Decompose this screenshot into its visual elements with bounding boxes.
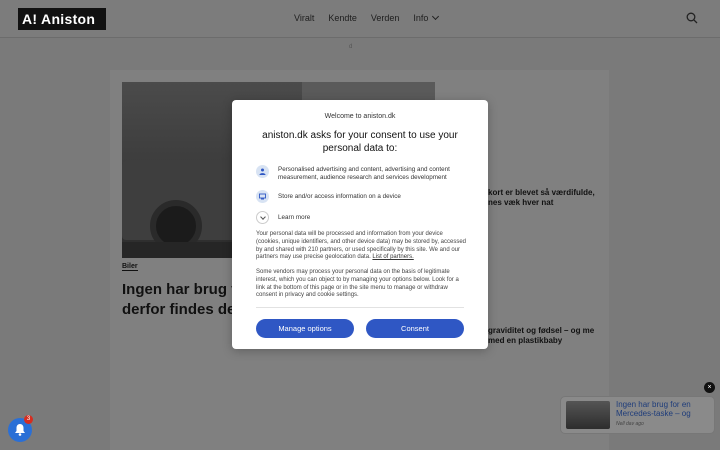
nav-item-verden[interactable]: Verden: [371, 13, 400, 23]
nav-item-kendte[interactable]: Kendte: [328, 13, 357, 23]
ad-marker: d: [349, 44, 353, 50]
nav-item-info[interactable]: Info: [413, 12, 440, 23]
consent-dialog: Welcome to aniston.dk aniston.dk asks fo…: [232, 100, 488, 349]
divider: [256, 307, 464, 308]
consent-purpose-text: Personalised advertising and content, ad…: [278, 166, 450, 181]
nav-item-viralt[interactable]: Viralt: [294, 13, 314, 23]
consent-button[interactable]: Consent: [366, 319, 464, 338]
device-icon: [256, 190, 269, 203]
site-logo[interactable]: A! Aniston: [18, 8, 106, 30]
close-icon[interactable]: ×: [704, 382, 715, 393]
main-nav: Viralt Kendte Verden Info: [294, 12, 440, 23]
consent-welcome: Welcome to aniston.dk: [324, 113, 396, 120]
learn-more-label: Learn more: [278, 214, 311, 221]
promo-title: Ingen har brug for en Mercedes-taske – o…: [616, 400, 691, 418]
search-icon[interactable]: [686, 12, 698, 24]
consent-purpose-text: Store and/or access information on a dev…: [278, 193, 401, 200]
promo-card[interactable]: Ingen har brug for en Mercedes-taske – o…: [560, 396, 715, 434]
consent-title: aniston.dk asks for your consent to use …: [262, 130, 458, 154]
manage-options-button[interactable]: Manage options: [256, 319, 354, 338]
person-icon: [256, 165, 269, 178]
side-article-1[interactable]: kort er blevet så værdifulde, nes væk hv…: [488, 188, 608, 208]
nav-item-info-label: Info: [413, 13, 429, 23]
chevron-down-icon: [432, 12, 440, 21]
bell-icon: [15, 424, 25, 436]
side-article-2[interactable]: graviditet og fødsel – og me med en plas…: [488, 326, 608, 346]
promo-thumbnail: [566, 401, 610, 429]
promo-time: Nell dav ago: [616, 421, 644, 427]
partners-link[interactable]: List of partners.: [372, 254, 413, 260]
notification-count-badge: 3: [24, 415, 33, 424]
chevron-down-icon: [256, 211, 269, 224]
consent-paragraph-1-text: Your personal data will be processed and…: [256, 231, 467, 261]
consent-paragraph-1: Your personal data will be processed and…: [256, 231, 468, 262]
site-header: A! Aniston Viralt Kendte Verden Info: [0, 0, 720, 38]
article-category[interactable]: Biler: [122, 263, 138, 271]
consent-paragraph-2: Some vendors may process your personal d…: [256, 269, 459, 299]
